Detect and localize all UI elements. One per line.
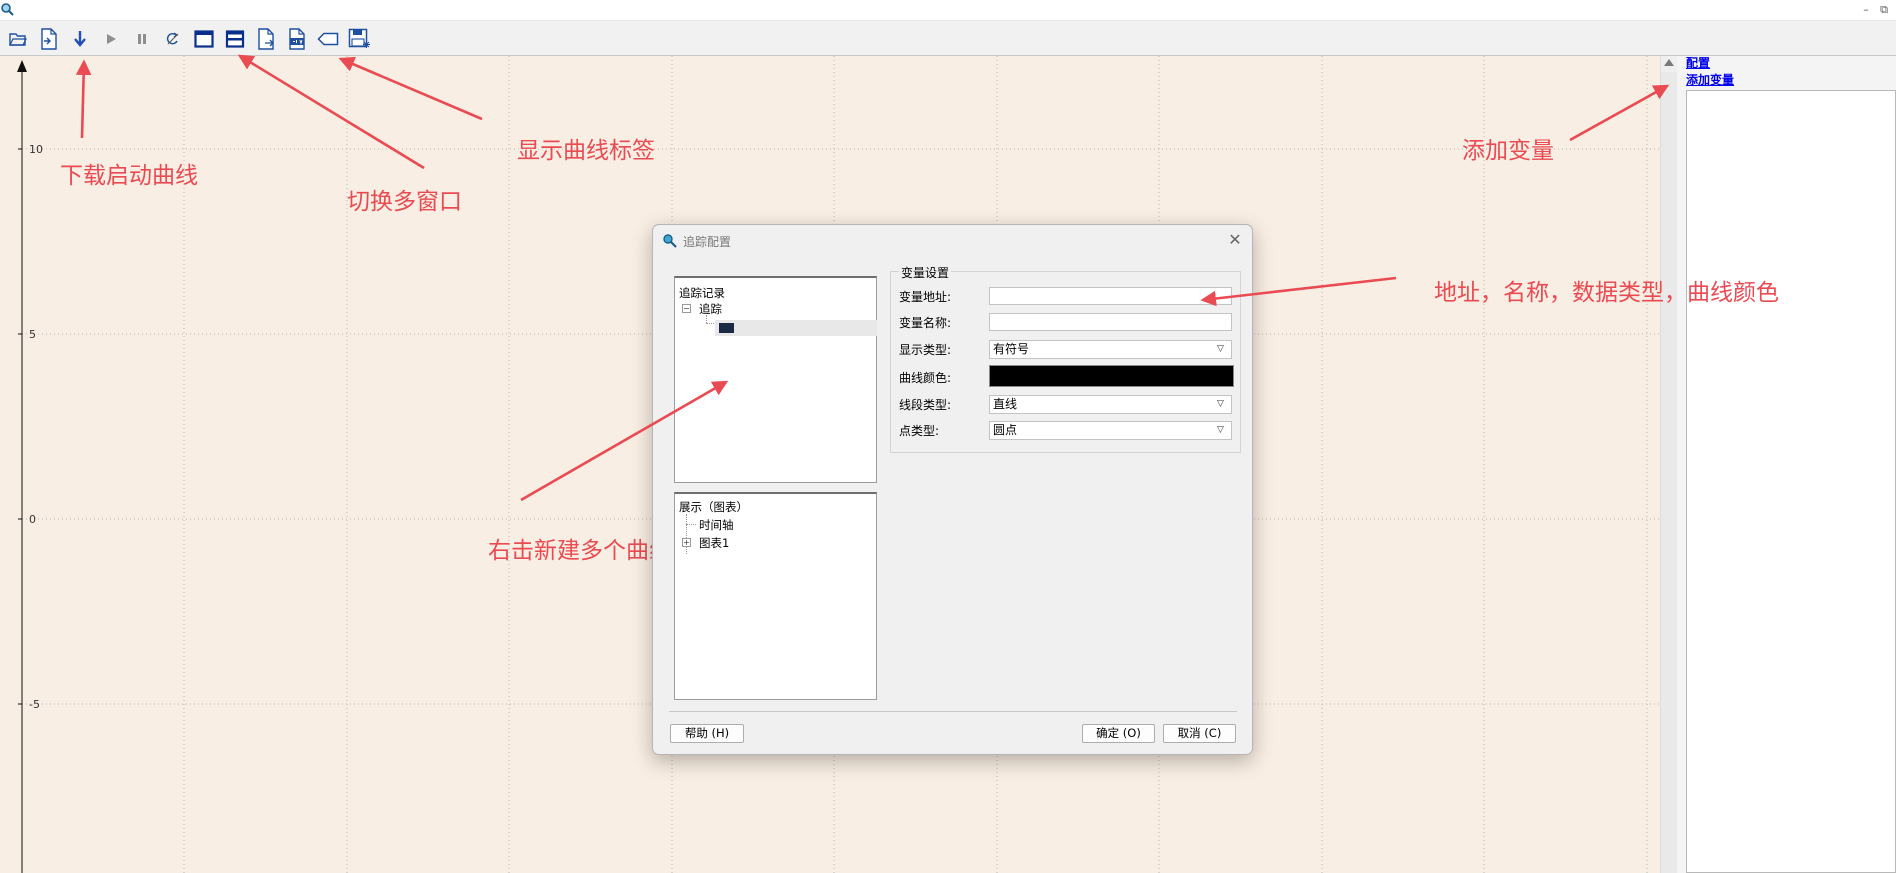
right-panel: 配置 添加变量: [1677, 56, 1896, 873]
vertical-scrollbar[interactable]: [1660, 56, 1677, 873]
chevron-down-icon: ▽: [1217, 425, 1224, 435]
variable-settings-group: 变量设置 变量地址: 变量名称: 显示类型: 有符号 ▽ 曲线颜色: 线段类型:…: [890, 264, 1241, 453]
tree-connector: [706, 315, 707, 323]
group-title: 变量设置: [899, 264, 952, 281]
magnifier-icon: [662, 233, 678, 249]
csv-icon: [289, 28, 305, 50]
y-axis-arrow-icon: [17, 60, 27, 72]
new-file-icon: [41, 28, 57, 50]
chevron-down-icon: ▽: [1217, 399, 1224, 409]
label-tag-icon: [317, 32, 339, 46]
play-button[interactable]: [98, 26, 124, 52]
chevron-down-icon: ▽: [1217, 344, 1224, 354]
name-label: 变量名称:: [899, 316, 952, 330]
curve-color-swatch: [719, 323, 734, 333]
open-button[interactable]: [5, 26, 31, 52]
export-button[interactable]: [253, 26, 279, 52]
tree-connector: [686, 524, 696, 525]
display-type-label: 显示类型:: [899, 343, 952, 357]
dialog-title: 追踪配置: [683, 235, 732, 249]
annotation-add-variable: 添加变量: [1462, 138, 1554, 164]
dialog-title-bar[interactable]: 追踪配置 ✕: [653, 225, 1252, 257]
tree-item-display-chart[interactable]: 展示（图表）: [679, 499, 748, 515]
restore-button[interactable]: ⧉: [1876, 2, 1892, 18]
display-tree[interactable]: 展示（图表） 时间轴 + 图表1: [674, 492, 877, 700]
y-tick-label: 5: [29, 328, 36, 341]
curve-color-picker[interactable]: [989, 365, 1234, 387]
annotation-multiwindow: 切换多窗口: [347, 189, 462, 215]
point-type-select[interactable]: 圆点 ▽: [989, 421, 1232, 440]
label-button[interactable]: [315, 26, 341, 52]
config-link[interactable]: 配置: [1686, 54, 1710, 71]
trace-tree[interactable]: 追踪记录 − 追踪: [674, 276, 877, 483]
scroll-up-arrow-icon[interactable]: [1664, 59, 1674, 66]
scrollbar-track[interactable]: [1661, 72, 1677, 873]
segment-type-label: 线段类型:: [899, 398, 952, 412]
tree-item-timeline[interactable]: 时间轴: [699, 517, 734, 533]
minimize-button[interactable]: –: [1858, 2, 1874, 18]
tree-item-chart1[interactable]: 图表1: [699, 535, 729, 551]
multi-window-icon: [225, 30, 245, 48]
reset-button[interactable]: [160, 26, 186, 52]
save-settings-icon: [348, 28, 370, 48]
tree-item-trace-records[interactable]: 追踪记录: [679, 285, 725, 301]
title-bar: – ⧉: [0, 0, 1896, 21]
tree-item-trace[interactable]: 追踪: [699, 301, 722, 317]
curve-color-label: 曲线颜色:: [899, 371, 952, 385]
cancel-button[interactable]: 取消 (C): [1163, 724, 1236, 743]
close-icon[interactable]: ✕: [1226, 231, 1244, 249]
play-icon: [107, 34, 116, 44]
annotation-address-hint: 地址，名称，数据类型，曲线颜色: [1434, 280, 1779, 306]
name-input[interactable]: [989, 313, 1232, 331]
toolbar: [0, 21, 1896, 56]
point-type-value: 圆点: [993, 423, 1018, 437]
variable-list[interactable]: [1686, 90, 1896, 873]
help-button[interactable]: 帮助 (H): [670, 724, 744, 743]
save-settings-button[interactable]: [346, 26, 372, 52]
annotation-download: 下载启动曲线: [60, 163, 198, 189]
dialog-separator: [669, 711, 1237, 712]
point-type-label: 点类型:: [899, 424, 940, 438]
multi-window-button[interactable]: [222, 26, 248, 52]
segment-type-value: 直线: [993, 397, 1018, 411]
tree-connector: [686, 514, 687, 554]
csv-button[interactable]: [284, 26, 310, 52]
address-label: 变量地址:: [899, 290, 952, 304]
segment-type-select[interactable]: 直线 ▽: [989, 395, 1232, 414]
download-button[interactable]: [67, 26, 93, 52]
tree-item-curve-selected[interactable]: [715, 320, 877, 336]
annotation-show-labels: 显示曲线标签: [517, 138, 655, 164]
open-folder-icon: [9, 33, 27, 46]
trace-config-dialog: 追踪配置 ✕ 追踪记录 − 追踪 展示（图表） 时间轴 + 图表1 变量设置 变…: [652, 224, 1253, 755]
ok-button[interactable]: 确定 (O): [1082, 724, 1155, 743]
export-icon: [258, 28, 274, 50]
y-tick-label: -5: [29, 698, 40, 711]
add-variable-link[interactable]: 添加变量: [1686, 71, 1734, 88]
magnifier-icon: [0, 2, 16, 18]
display-type-select[interactable]: 有符号 ▽: [989, 340, 1232, 359]
expand-icon[interactable]: +: [682, 538, 691, 547]
y-tick-label: 0: [29, 513, 36, 526]
single-window-button[interactable]: [191, 26, 217, 52]
download-icon: [74, 31, 86, 47]
single-window-icon: [194, 30, 214, 48]
collapse-icon[interactable]: −: [682, 304, 691, 313]
reset-icon: [166, 32, 179, 45]
display-type-value: 有符号: [993, 342, 1030, 356]
pause-icon: [138, 34, 146, 44]
pause-button[interactable]: [129, 26, 155, 52]
address-input[interactable]: [989, 287, 1232, 305]
y-tick-label: 10: [29, 143, 43, 156]
annotation-right-click: 右击新建多个曲线: [488, 538, 672, 564]
new-button[interactable]: [36, 26, 62, 52]
y-axis: 10 5 0 -5: [17, 60, 43, 873]
